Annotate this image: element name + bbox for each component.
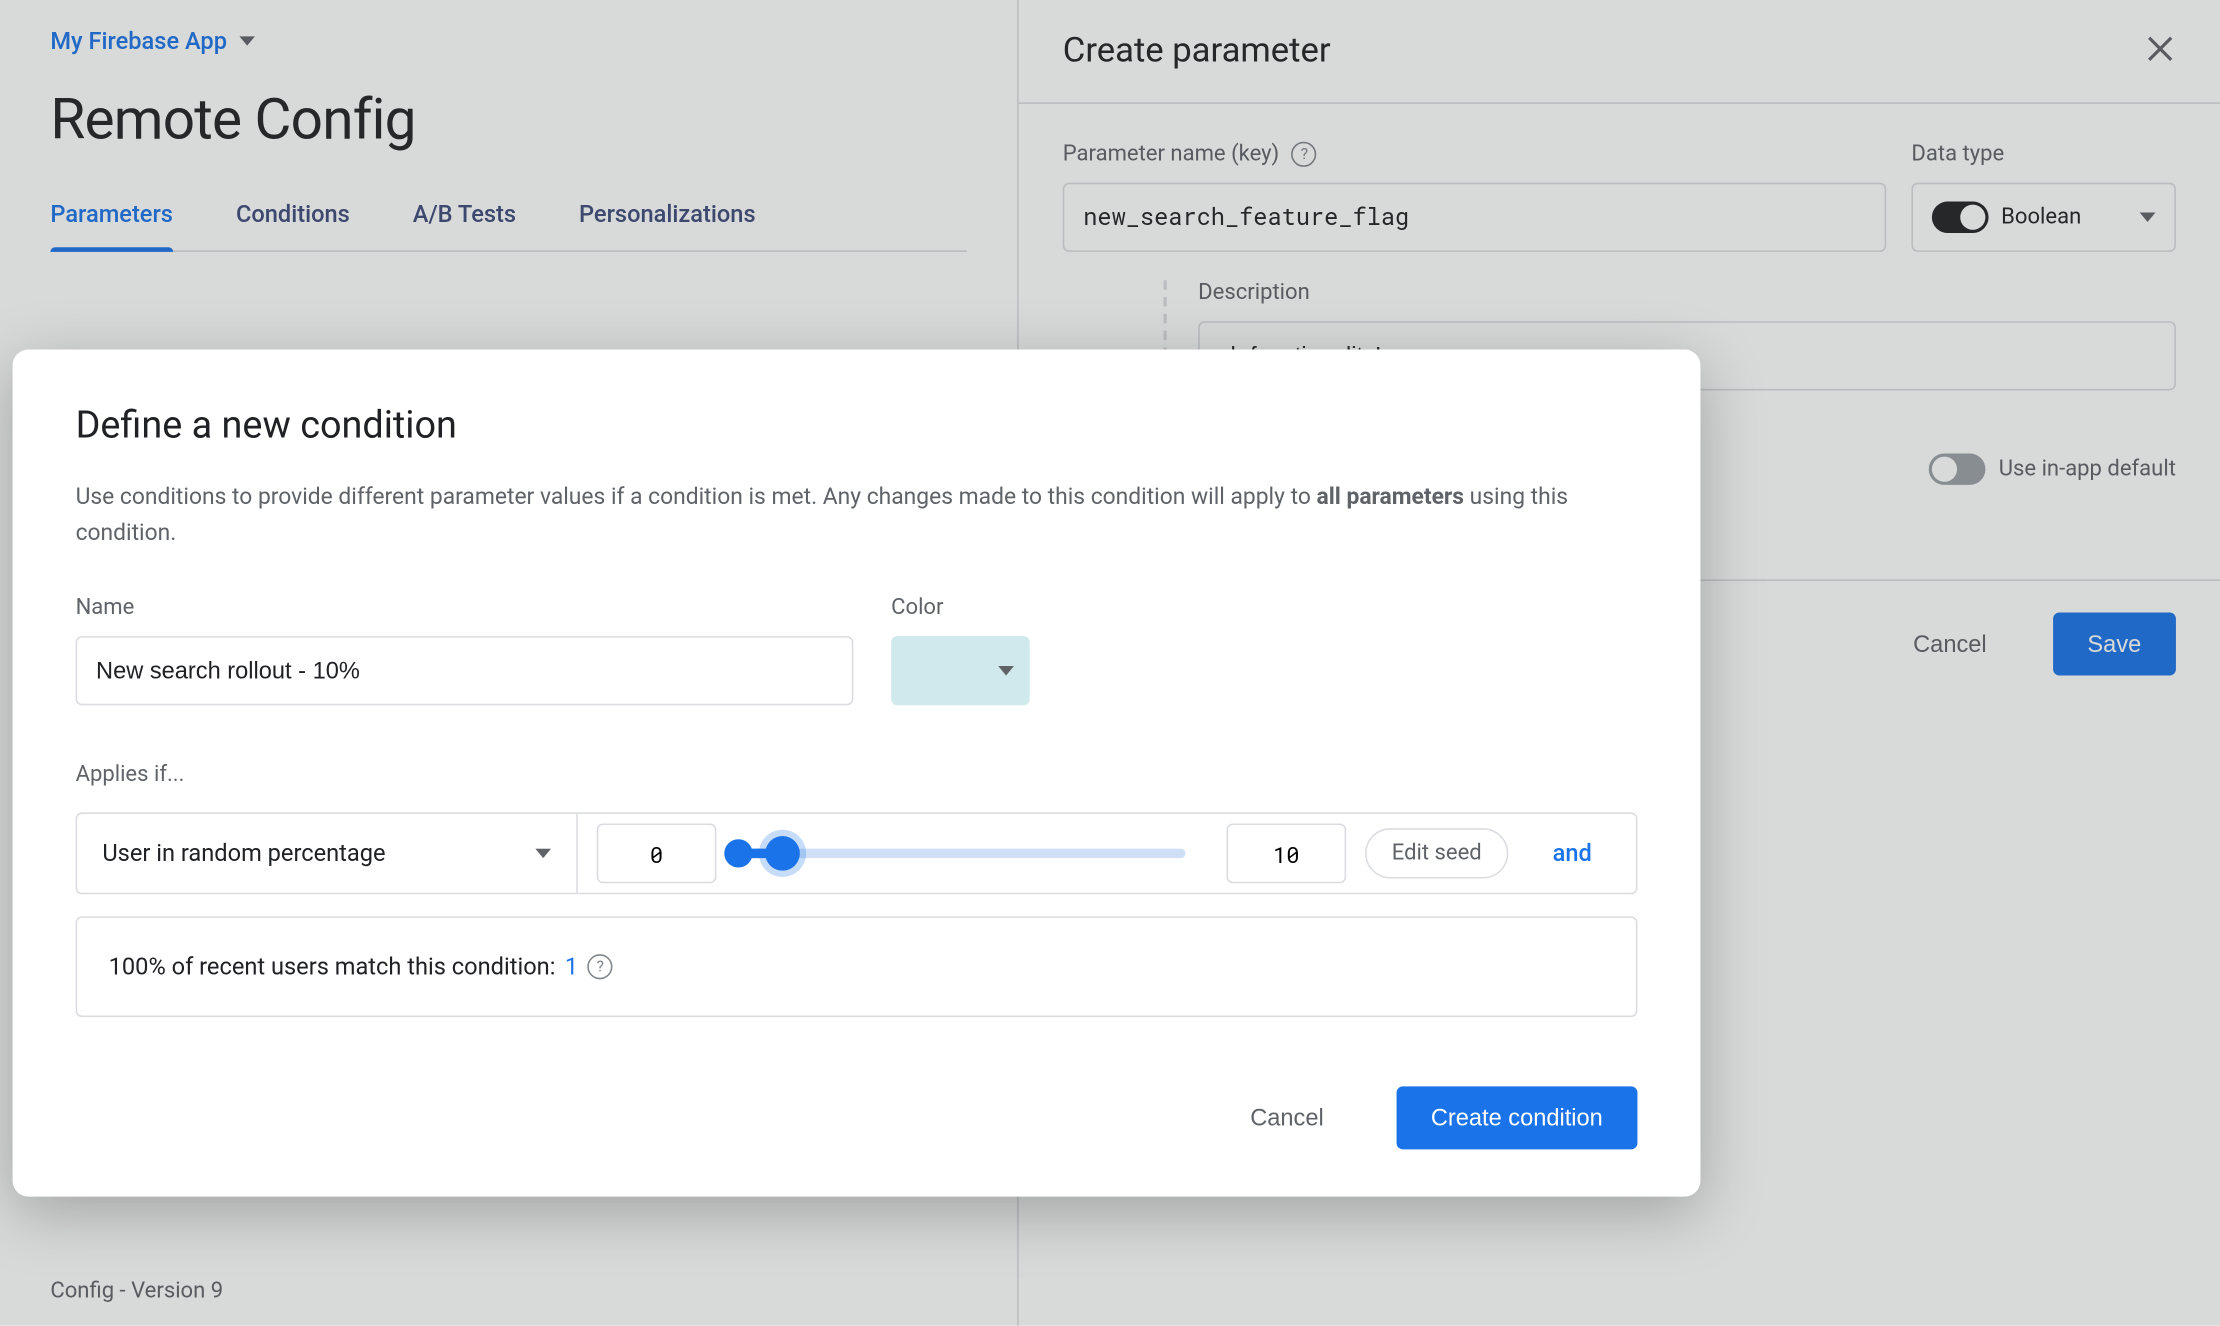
- add-and-clause[interactable]: and: [1509, 840, 1636, 868]
- condition-color-select[interactable]: [891, 637, 1030, 706]
- help-icon[interactable]: ?: [588, 955, 613, 980]
- use-default-toggle[interactable]: [1929, 453, 1986, 484]
- use-default-label: Use in-app default: [1999, 457, 2176, 482]
- param-name-input[interactable]: [1063, 183, 1886, 252]
- create-condition-button[interactable]: Create condition: [1396, 1087, 1637, 1150]
- condition-color-label: Color: [891, 596, 943, 621]
- tab-conditions[interactable]: Conditions: [236, 200, 350, 250]
- data-type-value: Boolean: [2001, 205, 2081, 230]
- chevron-down-icon: [535, 849, 551, 858]
- percentage-to-input[interactable]: [1226, 824, 1346, 884]
- drawer-title: Create parameter: [1063, 31, 1331, 70]
- modal-cancel-button[interactable]: Cancel: [1216, 1087, 1359, 1150]
- drawer-save-button[interactable]: Save: [2053, 612, 2176, 675]
- slider-handle-end[interactable]: [766, 837, 801, 872]
- chevron-down-icon: [240, 36, 256, 45]
- modal-title: Define a new condition: [76, 403, 1638, 447]
- match-summary: 100% of recent users match this conditio…: [76, 917, 1638, 1018]
- slider-handle-start[interactable]: [724, 840, 752, 868]
- condition-rule-row: User in random percentage Edit seed and: [76, 813, 1638, 895]
- edit-seed-button[interactable]: Edit seed: [1365, 829, 1509, 879]
- match-text: 100% of recent users match this conditio…: [109, 953, 556, 981]
- modal-help-text: Use conditions to provide different para…: [76, 479, 1638, 552]
- match-count: 1: [565, 953, 578, 981]
- help-icon[interactable]: ?: [1292, 142, 1317, 167]
- tab-parameters[interactable]: Parameters: [50, 200, 173, 250]
- rule-type-select[interactable]: User in random percentage: [77, 815, 578, 894]
- define-condition-dialog: Define a new condition Use conditions to…: [13, 350, 1701, 1198]
- condition-name-label: Name: [76, 596, 135, 621]
- tab-ab-tests[interactable]: A/B Tests: [413, 200, 516, 250]
- param-name-label: Parameter name (key): [1063, 142, 1279, 167]
- applies-if-label: Applies if...: [76, 763, 1638, 788]
- percentage-from-input[interactable]: [597, 824, 717, 884]
- condition-name-input[interactable]: [76, 637, 854, 706]
- rule-type-value: User in random percentage: [102, 840, 385, 868]
- data-type-select[interactable]: Boolean: [1911, 183, 2176, 252]
- tab-personalizations[interactable]: Personalizations: [579, 200, 756, 250]
- chevron-down-icon: [998, 667, 1014, 676]
- config-version: Config - Version 9: [50, 1278, 223, 1303]
- chevron-down-icon: [2140, 213, 2156, 222]
- tabs: Parameters Conditions A/B Tests Personal…: [50, 200, 966, 252]
- app-name: My Firebase App: [50, 27, 227, 55]
- boolean-icon: [1932, 202, 1989, 233]
- data-type-label: Data type: [1911, 142, 2004, 167]
- close-button[interactable]: [2144, 32, 2175, 70]
- description-label: Description: [1198, 280, 1310, 305]
- percentage-slider[interactable]: [738, 849, 1185, 858]
- close-icon: [2144, 32, 2175, 63]
- page-title: Remote Config: [50, 87, 966, 153]
- drawer-cancel-button[interactable]: Cancel: [1878, 612, 2021, 675]
- app-selector[interactable]: My Firebase App: [50, 27, 255, 55]
